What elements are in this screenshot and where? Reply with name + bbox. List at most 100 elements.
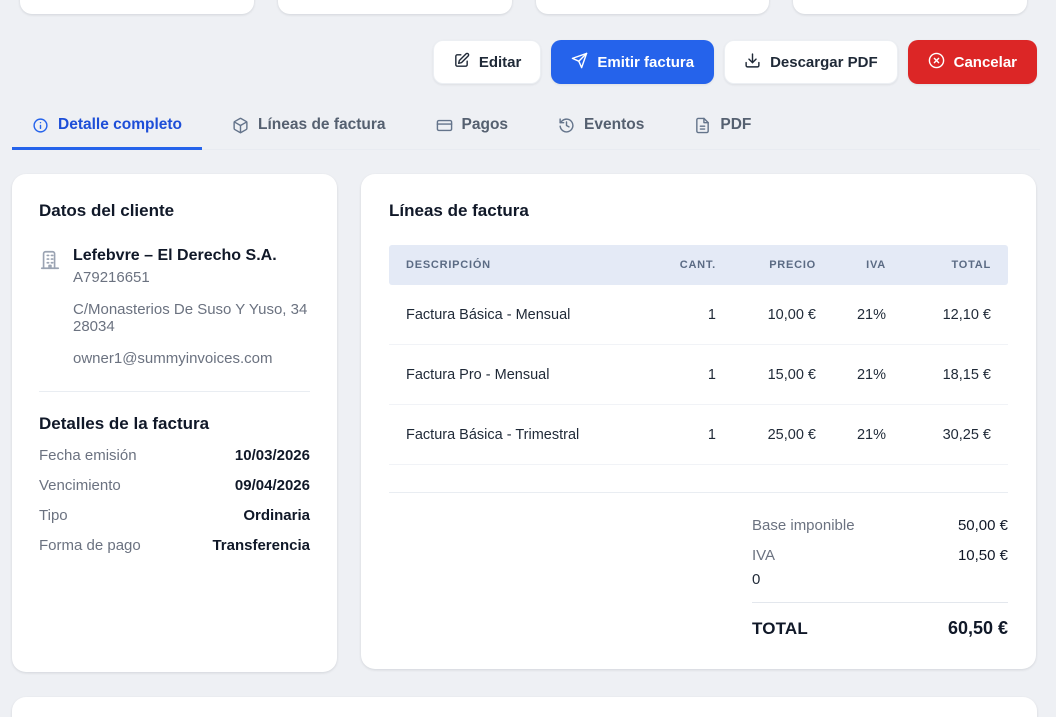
line-qty: 1 <box>646 427 716 443</box>
credit-card-icon <box>436 117 453 134</box>
info-circle-icon <box>32 117 49 134</box>
table-row: Factura Básica - Mensual 1 10,00 € 21% 1… <box>389 285 1008 345</box>
detail-value: Transferencia <box>212 537 310 554</box>
tab-label: Líneas de factura <box>258 116 386 134</box>
line-vat: 21% <box>816 427 886 443</box>
totals-divider <box>752 602 1008 603</box>
history-icon <box>558 117 575 134</box>
iva-value: 10,50 € <box>958 547 1008 564</box>
client-address: C/Monasterios De Suso Y Yuso, 34 28034 <box>73 301 307 335</box>
client-info: Lefebvre – El Derecho S.A. A79216651 C/M… <box>73 247 307 367</box>
emit-invoice-button-label: Emitir factura <box>597 54 694 71</box>
invoice-lines-table: Descripción Cant. Precio IVA Total Factu… <box>389 245 1008 493</box>
tab-lineas-de-factura[interactable]: Líneas de factura <box>212 104 406 150</box>
tab-detalle-completo[interactable]: Detalle completo <box>12 104 202 150</box>
top-card-1 <box>20 0 254 14</box>
edit-icon <box>453 52 470 73</box>
invoice-lines-title: Líneas de factura <box>389 201 1008 221</box>
col-descripcion: Descripción <box>406 259 646 271</box>
tab-label: Detalle completo <box>58 116 182 134</box>
table-end-divider <box>389 465 1008 493</box>
base-imponible-row: Base imponible 50,00 € <box>752 517 1008 534</box>
detail-row-fecha-emision: Fecha emisión 10/03/2026 <box>39 447 310 464</box>
bottom-card <box>12 697 1037 717</box>
top-card-3 <box>536 0 770 14</box>
line-description: Factura Pro - Mensual <box>406 367 646 383</box>
cancel-button[interactable]: Cancelar <box>908 40 1037 84</box>
invoice-actions: Editar Emitir factura Descargar PDF Canc… <box>0 40 1037 84</box>
edit-button[interactable]: Editar <box>433 40 542 84</box>
client-tax-id: A79216651 <box>73 269 307 286</box>
package-icon <box>232 117 249 134</box>
client-card-divider <box>39 391 310 392</box>
line-vat: 21% <box>816 367 886 383</box>
cancel-button-label: Cancelar <box>954 54 1017 71</box>
client-email: owner1@summyinvoices.com <box>73 350 307 367</box>
detail-label: Forma de pago <box>39 537 141 554</box>
client-card: Datos del cliente Lefebvre – El Derecho … <box>12 174 337 672</box>
client-address-line1: C/Monasterios De Suso Y Yuso, 34 <box>73 301 307 318</box>
top-card-2 <box>278 0 512 14</box>
line-qty: 1 <box>646 367 716 383</box>
client-block: Lefebvre – El Derecho S.A. A79216651 C/M… <box>39 247 310 367</box>
download-pdf-button-label: Descargar PDF <box>770 54 878 71</box>
line-vat: 21% <box>816 307 886 323</box>
invoice-details-title: Detalles de la factura <box>39 414 310 434</box>
client-address-line2: 28034 <box>73 318 307 335</box>
col-iva: IVA <box>816 259 886 271</box>
line-description: Factura Básica - Mensual <box>406 307 646 323</box>
download-pdf-button[interactable]: Descargar PDF <box>724 40 898 84</box>
line-total: 30,25 € <box>886 427 991 443</box>
table-row: Factura Pro - Mensual 1 15,00 € 21% 18,1… <box>389 345 1008 405</box>
edit-button-label: Editar <box>479 54 522 71</box>
detail-row-forma-de-pago: Forma de pago Transferencia <box>39 537 310 554</box>
tab-label: PDF <box>720 116 751 134</box>
client-section-title: Datos del cliente <box>39 201 310 221</box>
tab-label: Eventos <box>584 116 644 134</box>
grand-total-row: TOTAL 60,50 € <box>752 618 1008 639</box>
detail-value: 09/04/2026 <box>235 477 310 494</box>
col-total: Total <box>886 259 991 271</box>
line-price: 15,00 € <box>716 367 816 383</box>
document-icon <box>694 117 711 134</box>
grand-total-label: TOTAL <box>752 619 808 639</box>
iva-row: IVA 10,50 € <box>752 547 1008 564</box>
x-circle-icon <box>928 52 945 73</box>
detail-label: Fecha emisión <box>39 447 137 464</box>
send-icon <box>571 52 588 73</box>
client-name: Lefebvre – El Derecho S.A. <box>73 247 307 265</box>
col-cantidad: Cant. <box>646 259 716 271</box>
detail-label: Vencimiento <box>39 477 121 494</box>
col-precio: Precio <box>716 259 816 271</box>
line-total: 12,10 € <box>886 307 991 323</box>
top-cards-row <box>20 0 1027 14</box>
building-icon <box>39 249 61 367</box>
line-price: 25,00 € <box>716 427 816 443</box>
grand-total-value: 60,50 € <box>948 618 1008 639</box>
table-header: Descripción Cant. Precio IVA Total <box>389 245 1008 285</box>
line-qty: 1 <box>646 307 716 323</box>
detail-tabs: Detalle completo Líneas de factura Pagos… <box>12 104 1040 150</box>
tab-pdf[interactable]: PDF <box>674 104 771 150</box>
detail-value: 10/03/2026 <box>235 447 310 464</box>
main-content: Datos del cliente Lefebvre – El Derecho … <box>12 174 1036 672</box>
iva-label: IVA <box>752 547 775 564</box>
tab-eventos[interactable]: Eventos <box>538 104 664 150</box>
line-total: 18,15 € <box>886 367 991 383</box>
line-price: 10,00 € <box>716 307 816 323</box>
table-row: Factura Básica - Trimestral 1 25,00 € 21… <box>389 405 1008 465</box>
iva-extra: 0 <box>752 571 1008 588</box>
tab-pagos[interactable]: Pagos <box>416 104 529 150</box>
detail-label: Tipo <box>39 507 68 524</box>
line-description: Factura Básica - Trimestral <box>406 427 646 443</box>
detail-value: Ordinaria <box>243 507 310 524</box>
totals-block: Base imponible 50,00 € IVA 10,50 € 0 TOT… <box>752 517 1008 639</box>
tab-label: Pagos <box>462 116 509 134</box>
base-imponible-label: Base imponible <box>752 517 855 534</box>
base-imponible-value: 50,00 € <box>958 517 1008 534</box>
top-card-4 <box>793 0 1027 14</box>
detail-row-tipo: Tipo Ordinaria <box>39 507 310 524</box>
invoice-lines-card: Líneas de factura Descripción Cant. Prec… <box>361 174 1036 669</box>
emit-invoice-button[interactable]: Emitir factura <box>551 40 714 84</box>
detail-row-vencimiento: Vencimiento 09/04/2026 <box>39 477 310 494</box>
